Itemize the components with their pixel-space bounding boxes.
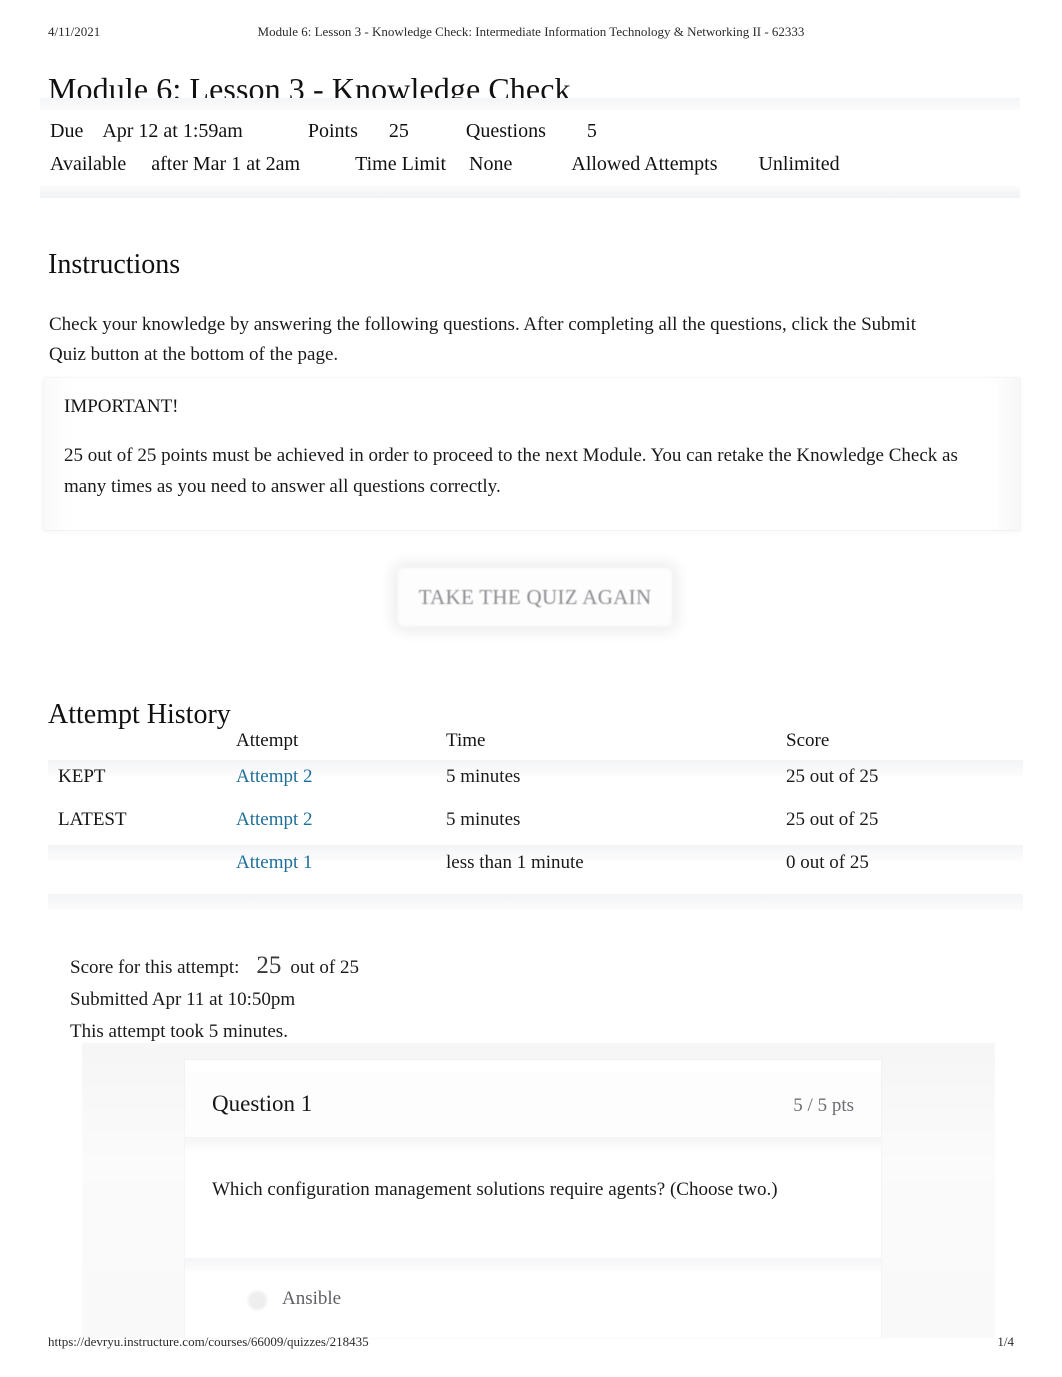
print-header-title: Module 6: Lesson 3 - Knowledge Check: In… <box>257 24 805 39</box>
answers-divider <box>185 1258 881 1271</box>
question-header-divider <box>185 1137 881 1151</box>
quiz-meta-row-2: Available after Mar 1 at 2am Time Limit … <box>50 153 840 176</box>
print-header: 4/11/2021 Module 6: Lesson 3 - Knowledge… <box>0 24 1062 42</box>
score-label: Score for this attempt: <box>70 957 240 978</box>
time-limit-label: Time Limit <box>355 153 447 175</box>
question-points: 5 / 5 pts <box>793 1095 854 1116</box>
column-header-time: Time <box>446 730 486 751</box>
attempt-link[interactable]: Attempt 1 <box>236 852 313 874</box>
available-label: Available <box>50 153 127 175</box>
take-quiz-again-label: TAKE THE QUIZ AGAIN <box>418 585 652 609</box>
instructions-body: Check your knowledge by answering the fo… <box>49 314 916 365</box>
table-row: Attempt 1 less than 1 minute 0 out of 25 <box>48 852 1023 910</box>
attempt-history-table: Attempt Time Score KEPT Attempt 2 5 minu… <box>48 730 1023 910</box>
submitted-line: Submitted Apr 11 at 10:50pm <box>70 989 296 1010</box>
row-time: 5 minutes <box>446 766 521 787</box>
attempt-summary: Score for this attempt: 25 out of 25 Submi… <box>70 950 770 1048</box>
allowed-attempts-value: Unlimited <box>758 153 840 175</box>
row-tag: KEPT <box>58 766 106 787</box>
important-title: IMPORTANT! <box>64 396 179 417</box>
due-value: Apr 12 at 1:59am <box>102 120 243 142</box>
points-label: Points <box>307 120 358 142</box>
important-callout: IMPORTANT! 25 out of 25 points must be a… <box>44 378 1020 530</box>
attempt-link[interactable]: Attempt 2 <box>236 809 313 831</box>
take-quiz-again-button[interactable]: TAKE THE QUIZ AGAIN <box>398 568 672 628</box>
attempt-history-heading: Attempt History <box>48 699 231 731</box>
answer-option[interactable]: Ansible <box>212 1288 812 1318</box>
score-value: 25 <box>256 952 282 979</box>
available-value: after Mar 1 at 2am <box>151 153 301 175</box>
row-time: 5 minutes <box>446 809 521 830</box>
footer-page-number: 1/4 <box>997 1334 1014 1349</box>
instructions-heading: Instructions <box>48 249 181 281</box>
due-label: Due <box>50 120 84 142</box>
print-footer: https://devryu.instructure.com/courses/6… <box>0 1334 1062 1352</box>
quiz-meta-band: Due Apr 12 at 1:59am Points 25 Questions… <box>40 98 1020 198</box>
question-header: Question 1 5 / 5 pts <box>185 1073 881 1137</box>
score-for-attempt-line: Score for this attempt: 25 out of 25 <box>70 950 770 984</box>
attempt-link[interactable]: Attempt 2 <box>236 766 313 788</box>
column-header-attempt: Attempt <box>236 730 299 751</box>
table-header-row: Attempt Time Score <box>48 730 1023 776</box>
footer-url: https://devryu.instructure.com/courses/6… <box>48 1334 369 1349</box>
table-footer-stripe <box>48 894 1023 910</box>
row-score: 0 out of 25 <box>786 852 869 873</box>
meta-band-bottom-stripe <box>40 186 1020 198</box>
points-value: 25 <box>388 120 409 142</box>
question-text: Which configuration management solutions… <box>212 1179 778 1200</box>
meta-band-top-stripe <box>40 98 1020 110</box>
answer-option-label: Ansible <box>282 1288 342 1309</box>
checkbox-icon[interactable] <box>248 1291 267 1310</box>
questions-label: Questions <box>465 120 546 142</box>
allowed-attempts-label: Allowed Attempts <box>571 153 718 175</box>
important-body: 25 out of 25 points must be achieved in … <box>64 445 958 497</box>
important-callout-inner: IMPORTANT! 25 out of 25 points must be a… <box>64 396 994 502</box>
column-header-score: Score <box>786 730 830 751</box>
quiz-meta-row-1: Due Apr 12 at 1:59am Points 25 Questions… <box>50 120 597 143</box>
questions-value: 5 <box>586 120 597 142</box>
row-time: less than 1 minute <box>446 852 584 873</box>
row-score: 25 out of 25 <box>786 766 879 787</box>
table-row: KEPT Attempt 2 5 minutes 25 out of 25 <box>48 766 1023 809</box>
row-score: 25 out of 25 <box>786 809 879 830</box>
table-row: LATEST Attempt 2 5 minutes 25 out of 25 <box>48 809 1023 861</box>
row-tag: LATEST <box>58 809 127 830</box>
question-number: Question 1 <box>212 1091 313 1116</box>
time-limit-value: None <box>469 153 513 175</box>
score-out-of: out of 25 <box>290 957 359 978</box>
